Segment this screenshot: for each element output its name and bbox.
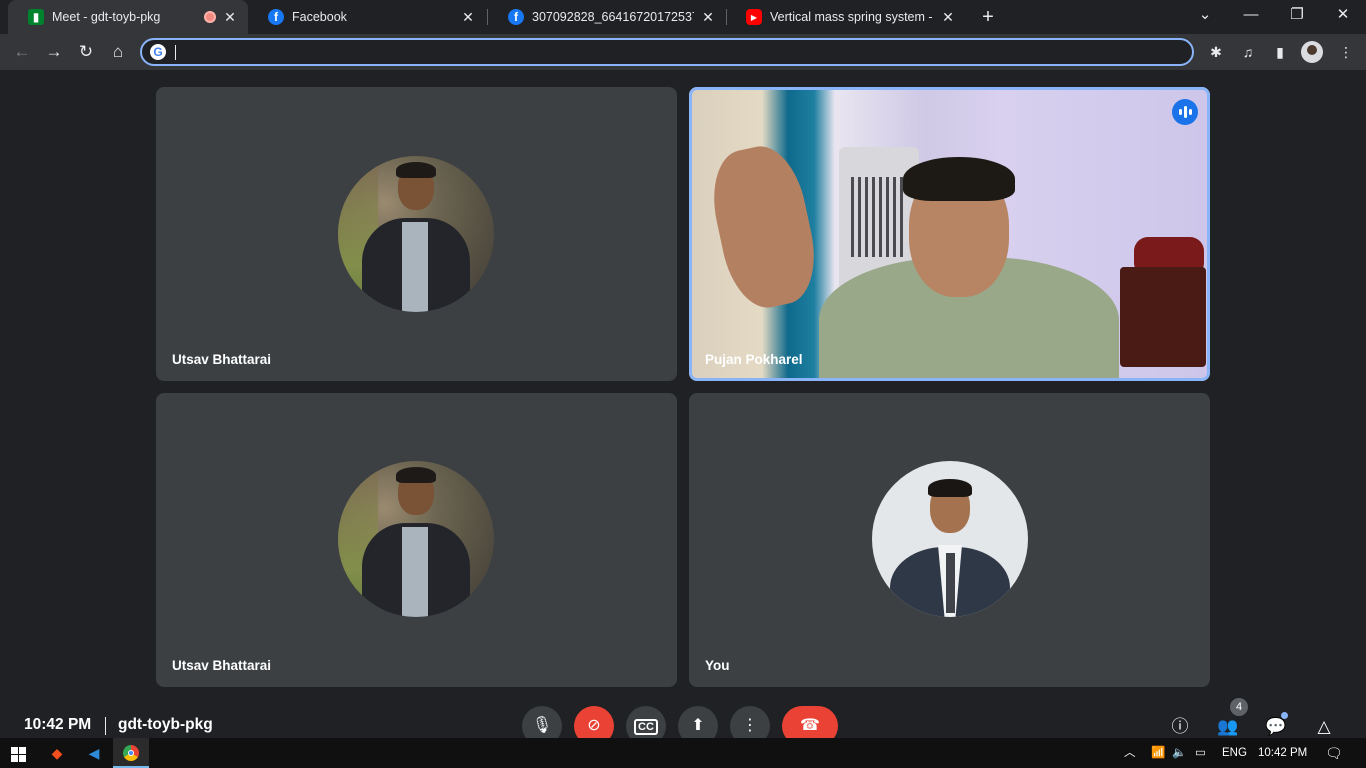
figma-icon: ◆ — [51, 745, 63, 761]
chrome-app-button-active[interactable] — [113, 738, 149, 768]
participant-name: Pujan Pokharel — [705, 352, 803, 367]
tab-close-icon[interactable]: ✕ — [940, 9, 956, 25]
profile-avatar[interactable] — [1301, 41, 1323, 63]
chrome-menu-icon[interactable]: ⋮ — [1335, 41, 1357, 63]
show-hidden-icons-icon[interactable]: ︿ — [1124, 738, 1136, 768]
tab-close-icon[interactable]: ✕ — [222, 9, 238, 25]
info-icon: ⓘ — [1171, 717, 1189, 736]
participant-name: Utsav Bhattarai — [172, 658, 272, 673]
wifi-icon[interactable]: 📶 — [1151, 738, 1165, 768]
media-control-icon[interactable]: ♫ — [1237, 41, 1259, 63]
start-button[interactable] — [0, 738, 36, 768]
chat-icon: 💬 — [1265, 717, 1287, 736]
participant-tile: Utsav Bhattarai — [156, 393, 677, 687]
minimize-button[interactable]: — — [1228, 0, 1274, 34]
people-icon: 👥 — [1217, 717, 1239, 736]
participant-name: You — [705, 658, 730, 673]
tab-search-button[interactable]: ⌄ — [1182, 0, 1228, 34]
activities-button[interactable]: △ — [1311, 714, 1337, 740]
tab-youtube[interactable]: ▶ Vertical mass spring system - You ✕ — [726, 0, 966, 34]
people-count-badge: 4 — [1230, 698, 1248, 716]
address-input[interactable] — [174, 42, 1174, 62]
home-button[interactable]: ⌂ — [106, 40, 130, 64]
tab-title: 307092828_664167201725378_7 — [532, 10, 694, 24]
tab-title: Vertical mass spring system - You — [770, 10, 934, 24]
meeting-clock: 10:42 PM — [24, 716, 92, 733]
close-window-button[interactable]: ✕ — [1320, 0, 1366, 34]
google-icon: G — [150, 44, 166, 60]
windows-taskbar: ◆ ◀ ︿ 📶 🔈 ▭ ENG 10:42 PM 🗨 — [0, 738, 1366, 768]
participant-tile-speaking: Pujan Pokharel — [689, 87, 1210, 381]
reload-button[interactable]: ↻ — [74, 40, 98, 64]
meeting-details-button[interactable]: ⓘ — [1167, 714, 1193, 740]
microphone-icon: 🎙 — [531, 717, 553, 734]
chat-notification-dot — [1281, 712, 1288, 719]
facebook-icon: f — [508, 9, 524, 25]
activities-icon: △ — [1317, 717, 1331, 736]
divider — [105, 717, 106, 735]
present-screen-icon: ⬆ — [691, 717, 705, 734]
volume-icon[interactable]: 🔈 — [1172, 738, 1186, 768]
meeting-code: gdt-toyb-pkg — [118, 716, 213, 733]
people-button[interactable]: 👥 — [1215, 714, 1241, 740]
tab-close-icon[interactable]: ✕ — [700, 9, 716, 25]
tab-title: Facebook — [292, 10, 347, 24]
more-options-icon: ⋮ — [742, 717, 758, 734]
forward-button[interactable]: → — [42, 40, 66, 64]
tab-facebook[interactable]: f Facebook ✕ — [248, 0, 486, 34]
notifications-icon[interactable]: 🗨 — [1325, 738, 1343, 768]
participant-avatar — [338, 156, 494, 312]
figma-app-button[interactable]: ◆ — [39, 738, 75, 768]
back-button[interactable]: ← — [10, 40, 34, 64]
active-speaker-border — [689, 87, 1210, 381]
new-tab-button[interactable]: + — [976, 5, 1000, 29]
taskbar-clock[interactable]: 10:42 PM — [1258, 738, 1307, 768]
address-bar[interactable]: G — [140, 38, 1194, 66]
tab-title: Meet - gdt-toyb-pkg — [52, 10, 161, 24]
camera-off-icon: ⊘ — [587, 717, 601, 734]
vscode-icon: ◀ — [88, 745, 100, 761]
hang-up-icon: ☎ — [800, 717, 820, 734]
text-caret — [175, 45, 176, 60]
google-meet-icon: ▮ — [28, 9, 44, 25]
tab-facebook-photo[interactable]: f 307092828_664167201725378_7 ✕ — [488, 0, 726, 34]
browser-toolbar: ← → ↻ ⌂ G ✱ ♫ ▮ ⋮ — [0, 34, 1366, 70]
participant-tile-self: You — [689, 393, 1210, 687]
side-panel-icon[interactable]: ▮ — [1269, 41, 1291, 63]
audio-level-icon — [1172, 99, 1198, 125]
windows-logo-icon — [10, 746, 26, 762]
participant-tile: Utsav Bhattarai — [156, 87, 677, 381]
battery-icon[interactable]: ▭ — [1195, 738, 1206, 768]
browser-tab-strip: ▮ Meet - gdt-toyb-pkg ✕ f Facebook ✕ f 3… — [0, 0, 1366, 34]
youtube-icon: ▶ — [746, 9, 762, 25]
facebook-icon: f — [268, 9, 284, 25]
vscode-app-button[interactable]: ◀ — [76, 738, 112, 768]
maximize-button[interactable]: ❐ — [1274, 0, 1320, 34]
participant-name: Utsav Bhattarai — [172, 352, 272, 367]
self-avatar — [872, 461, 1028, 617]
tab-close-icon[interactable]: ✕ — [460, 9, 476, 25]
extensions-icon[interactable]: ✱ — [1205, 41, 1227, 63]
participant-avatar — [338, 461, 494, 617]
captions-icon: CC — [634, 719, 658, 735]
tab-meet[interactable]: ▮ Meet - gdt-toyb-pkg ✕ — [8, 0, 248, 34]
recording-indicator-icon — [204, 11, 216, 23]
input-language[interactable]: ENG — [1222, 738, 1247, 768]
